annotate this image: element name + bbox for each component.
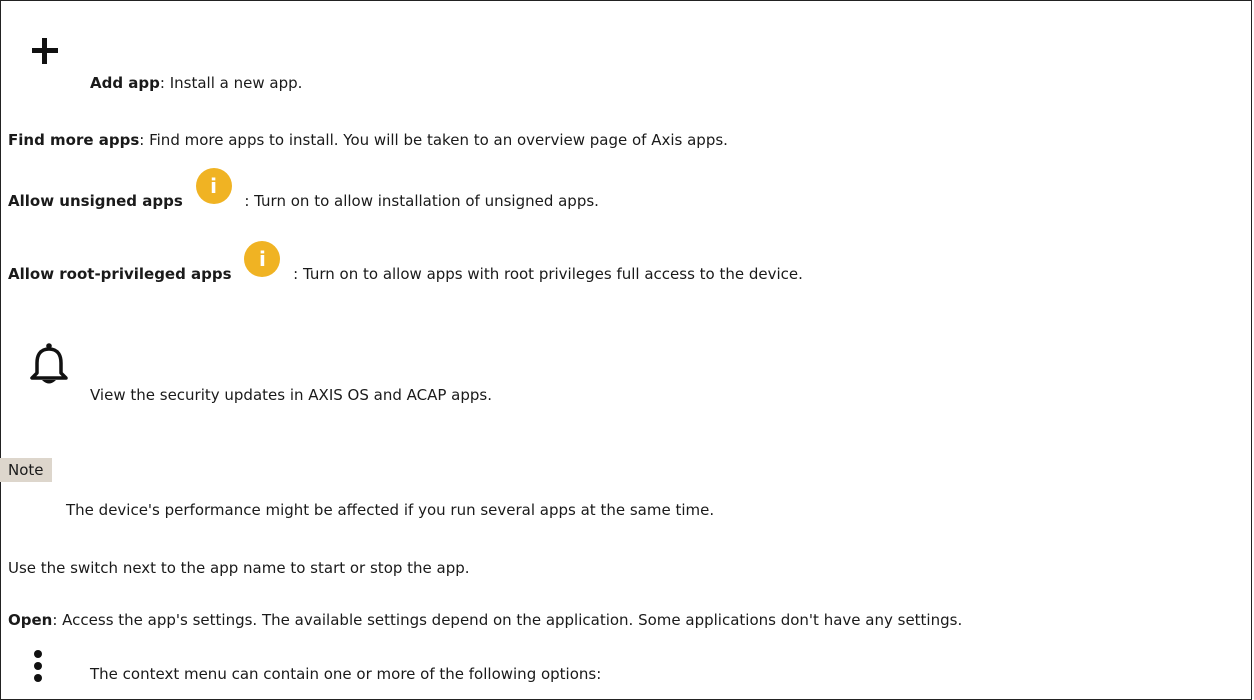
add-app-description: : Install a new app.	[159, 74, 303, 92]
switch-info-text: Use the switch next to the app name to s…	[8, 559, 470, 577]
note-text: The device's performance might be affect…	[66, 501, 715, 519]
allow-root-privileged-apps-description: : Turn on to allow apps with root privil…	[293, 265, 803, 283]
open-line: Open: Access the app's settings. The ava…	[8, 610, 962, 630]
context-menu-line: The context menu can contain one or more…	[90, 664, 601, 684]
plus-icon[interactable]	[30, 36, 60, 66]
context-menu-text: The context menu can contain one or more…	[90, 665, 602, 683]
info-icon[interactable]: i	[195, 167, 232, 204]
info-icon[interactable]: i	[244, 240, 281, 277]
allow-unsigned-apps-description: : Turn on to allow installation of unsig…	[244, 192, 599, 210]
security-updates-text: View the security updates in AXIS OS and…	[90, 386, 492, 404]
open-label: Open	[8, 611, 53, 629]
open-description: : Access the app's settings. The availab…	[52, 611, 963, 629]
switch-info-line: Use the switch next to the app name to s…	[8, 558, 470, 578]
allow-root-privileged-apps-label: Allow root-privileged apps	[8, 265, 232, 283]
find-more-apps-label: Find more apps	[8, 131, 140, 149]
add-app-label: Add app	[90, 74, 160, 92]
security-updates-line: View the security updates in AXIS OS and…	[90, 385, 492, 405]
allow-unsigned-apps-label: Allow unsigned apps	[8, 192, 183, 210]
allow-root-privileged-apps-line: Allow root-privileged apps i : Turn on t…	[8, 240, 803, 293]
vertical-ellipsis-icon[interactable]	[30, 650, 46, 684]
document-frame	[0, 0, 1252, 700]
note-label: Note	[0, 458, 52, 482]
find-more-apps-line: Find more apps: Find more apps to instal…	[8, 130, 728, 150]
find-more-apps-description: : Find more apps to install. You will be…	[139, 131, 728, 149]
bell-icon[interactable]	[28, 342, 76, 388]
allow-unsigned-apps-line: Allow unsigned apps i : Turn on to allow…	[8, 167, 599, 220]
add-app-line: Add app: Install a new app.	[90, 73, 302, 93]
